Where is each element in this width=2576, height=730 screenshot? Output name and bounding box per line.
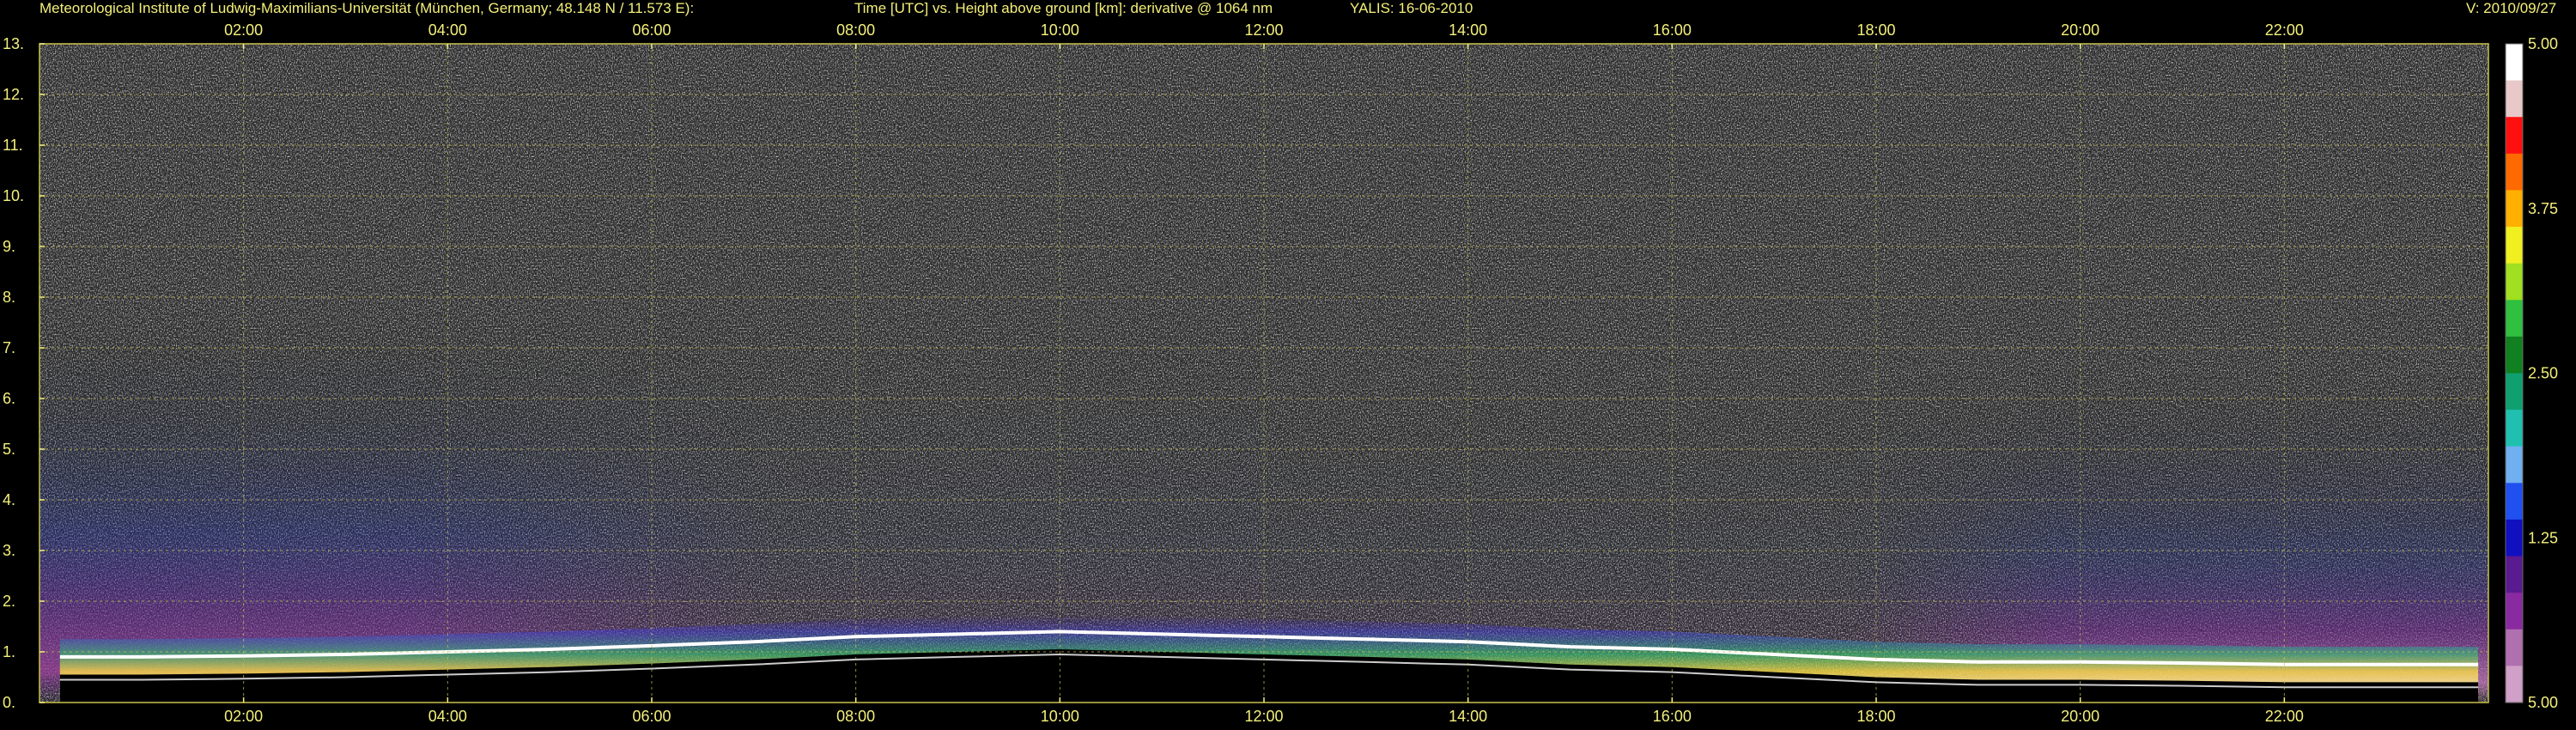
y-tick-label: 6. <box>3 390 15 407</box>
colorbar: 5.00 3.75 2.50 1.25 5.00 <box>2505 35 2558 711</box>
x-tick-label-top: 16:00 <box>1653 21 1692 39</box>
y-tick-label: 3. <box>3 542 15 559</box>
y-tick-label: 11. <box>3 137 23 154</box>
y-tick-label: 0. <box>3 694 15 711</box>
lidar-chart: 02:00 02:00 04:00 04:00 06:00 06:00 08:00 08:00… <box>0 0 2576 730</box>
x-tick-label-bottom: 20:00 <box>2061 708 2099 725</box>
x-tick-label-bottom: 14:00 <box>1449 708 1487 725</box>
colorbar-tick-label: 2.50 <box>2528 365 2558 382</box>
x-tick-label-top: 12:00 <box>1244 21 1283 39</box>
colorbar-segment <box>2506 117 2523 155</box>
y-tick-label: 4. <box>3 491 15 508</box>
y-tick-label: 1. <box>3 643 15 660</box>
colorbar-segment <box>2506 410 2523 447</box>
y-tick-label: 7. <box>3 339 15 356</box>
colorbar-segment <box>2506 629 2523 666</box>
x-tick-label-top: 04:00 <box>428 21 467 39</box>
y-tick-label: 12. <box>3 86 24 103</box>
colorbar-segment <box>2506 80 2523 118</box>
x-tick-label-bottom: 12:00 <box>1244 708 1283 725</box>
colorbar-segment <box>2506 666 2523 703</box>
y-tick-label: 8. <box>3 289 15 306</box>
x-tick-label-bottom: 22:00 <box>2265 708 2304 725</box>
colorbar-segment <box>2506 593 2523 630</box>
colorbar-tick-label: 1.25 <box>2528 529 2558 546</box>
x-tick-label-top: 20:00 <box>2061 21 2099 39</box>
y-tick-label: 2. <box>3 593 15 610</box>
colorbar-segment <box>2506 263 2523 301</box>
lidar-chart-svg: 02:00 02:00 04:00 04:00 06:00 06:00 08:00 08:00… <box>3 21 2558 725</box>
colorbar-segment <box>2506 227 2523 265</box>
x-tick-label-top: 14:00 <box>1449 21 1487 39</box>
colorbar-tick-label: 5.00 <box>2528 35 2558 52</box>
y-tick-label: 9. <box>3 238 15 255</box>
y-tick-label: 13. <box>3 35 24 52</box>
colorbar-tick-label: 5.00 <box>2528 694 2558 711</box>
x-tick-label-bottom: 10:00 <box>1041 708 1079 725</box>
x-tick-label-bottom: 06:00 <box>632 708 671 725</box>
x-tick-label-bottom: 18:00 <box>1856 708 1895 725</box>
x-tick-label-bottom: 16:00 <box>1653 708 1692 725</box>
colorbar-tick-label: 3.75 <box>2528 200 2558 217</box>
x-tick-label-top: 08:00 <box>836 21 875 39</box>
colorbar-segment <box>2506 446 2523 484</box>
colorbar-segment <box>2506 190 2523 228</box>
colorbar-segment <box>2506 153 2523 192</box>
colorbar-segment <box>2506 373 2523 411</box>
colorbar-segment <box>2506 300 2523 338</box>
x-tick-label-bottom: 08:00 <box>836 708 875 725</box>
y-tick-label: 10. <box>3 187 24 204</box>
colorbar-segment <box>2506 519 2523 557</box>
y-tick-label: 5. <box>3 441 15 458</box>
x-tick-label-bottom: 04:00 <box>428 708 467 725</box>
x-tick-label-top: 10:00 <box>1041 21 1079 39</box>
x-tick-label-top: 02:00 <box>224 21 263 39</box>
x-tick-label-top: 06:00 <box>632 21 671 39</box>
x-tick-label-top: 18:00 <box>1856 21 1895 39</box>
colorbar-segment <box>2506 483 2523 520</box>
x-tick-label-bottom: 02:00 <box>224 708 263 725</box>
colorbar-segment <box>2506 336 2523 374</box>
colorbar-segment <box>2506 556 2523 593</box>
x-tick-label-top: 22:00 <box>2265 21 2304 39</box>
colorbar-segment <box>2506 44 2523 82</box>
